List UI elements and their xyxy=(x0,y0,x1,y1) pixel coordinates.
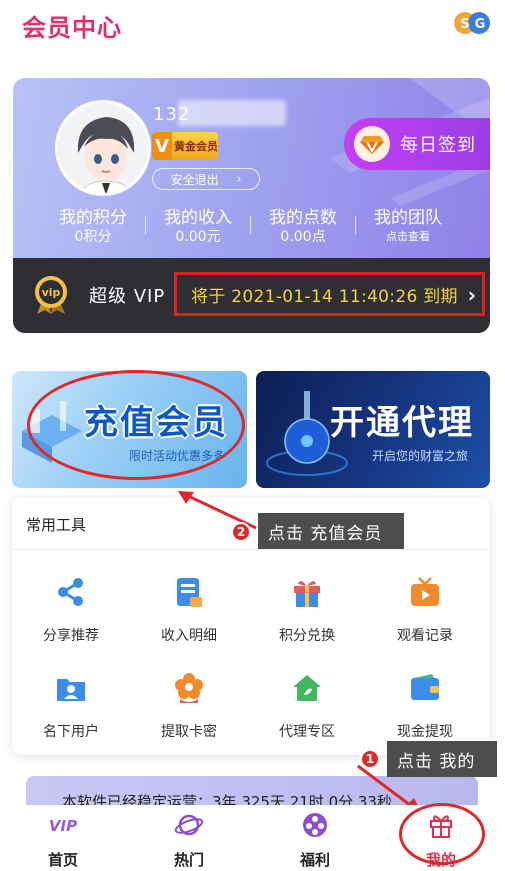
svg-text:G: G xyxy=(475,17,486,32)
tool-income[interactable]: 收入明细 xyxy=(134,575,244,645)
banner-subtitle: 开启您的财富之旅 xyxy=(372,449,469,463)
step-2-marker: 2 xyxy=(231,522,251,542)
avatar[interactable] xyxy=(55,100,151,196)
nav-welfare[interactable]: 福利 xyxy=(252,805,378,871)
stat-value: 0积分 xyxy=(74,229,112,245)
play-tv-icon xyxy=(411,577,439,606)
nav-label: 首页 xyxy=(47,851,78,869)
bill-icon xyxy=(177,578,202,607)
tool-cash-withdraw[interactable]: 现金提现 xyxy=(370,671,480,741)
svg-text:VIP: VIP xyxy=(49,817,77,835)
logout-button[interactable]: 安全退出 › xyxy=(152,168,260,190)
divider xyxy=(12,549,490,550)
highlight-ellipse xyxy=(27,370,245,480)
sg-logo-icon[interactable]: S G xyxy=(453,8,493,38)
home-icon xyxy=(293,675,321,701)
vip-level-text: 超级 VIP xyxy=(89,286,166,307)
nav-home[interactable]: VIP 首页 xyxy=(0,805,126,871)
diamond-icon xyxy=(354,126,390,162)
nav-label: 热门 xyxy=(173,851,204,869)
page-title: 会员中心 xyxy=(22,14,122,42)
stat-label: 我的收入 xyxy=(164,208,232,228)
tool-my-users[interactable]: 名下用户 xyxy=(16,671,126,741)
gold-member-badge: V 黄金会员 xyxy=(152,132,218,160)
tool-share[interactable]: 分享推荐 xyxy=(16,575,126,645)
svg-text:vip: vip xyxy=(42,286,61,299)
nav-hot[interactable]: 热门 xyxy=(126,805,252,871)
daily-checkin-button[interactable]: 每日签到 xyxy=(344,118,490,170)
flower-icon xyxy=(175,673,203,703)
vip-status-bar[interactable]: vip 超级 VIP 将于 2021-01-14 11:40:26 到期 › xyxy=(13,258,490,333)
gift-icon xyxy=(294,580,320,607)
tool-label: 代理专区 xyxy=(279,724,335,740)
expire-highlight-box: 将于 2021-01-14 11:40:26 到期 › xyxy=(174,272,485,316)
tool-label: 名下用户 xyxy=(43,724,99,740)
step-2-callout: 点击 充值会员 xyxy=(258,513,404,549)
stat-team[interactable]: 我的团队 点击查看 xyxy=(356,208,460,252)
tool-label: 现金提现 xyxy=(397,724,453,740)
user-folder-icon xyxy=(57,679,85,701)
badge-letter: V xyxy=(152,132,172,160)
chevron-right-icon: › xyxy=(467,283,476,307)
stat-income[interactable]: 我的收入 0.00元 xyxy=(146,208,250,252)
stat-value: 点击查看 xyxy=(386,230,430,243)
tool-watch-history[interactable]: 观看记录 xyxy=(370,575,480,645)
planet-icon xyxy=(174,814,204,836)
checkin-label: 每日签到 xyxy=(400,135,476,156)
stat-value: 0.00元 xyxy=(175,229,221,245)
member-stats: 我的积分 0积分 我的收入 0.00元 我的点数 0.00点 我的团队 点击查看 xyxy=(13,208,490,252)
tool-label: 收入明细 xyxy=(161,628,217,644)
member-center-page: 会员中心 S G 132 V 黄金会员 安全退出 › 每日签到 我的积分 0积分… xyxy=(0,0,505,871)
tool-label: 提取卡密 xyxy=(161,724,217,740)
expire-text: 将于 2021-01-14 11:40:26 到期 xyxy=(191,286,458,307)
nav-label: 福利 xyxy=(299,851,330,869)
avatar-illustration-icon xyxy=(58,103,148,193)
wallet-icon xyxy=(411,674,439,700)
svg-text:S: S xyxy=(460,17,469,32)
stat-label: 我的积分 xyxy=(59,208,127,228)
masked-phone-blur xyxy=(178,100,286,126)
tool-points-exchange[interactable]: 积分兑换 xyxy=(252,575,362,645)
stat-label: 我的点数 xyxy=(269,208,337,228)
tool-extract-card[interactable]: 提取卡密 xyxy=(134,671,244,741)
tool-label: 分享推荐 xyxy=(43,628,99,644)
logout-label: 安全退出 xyxy=(170,172,219,187)
tool-agent-zone[interactable]: 代理专区 xyxy=(252,671,362,741)
vip-coin-icon: vip xyxy=(35,276,67,314)
header: 会员中心 S G xyxy=(0,0,505,48)
film-reel-icon xyxy=(303,813,327,837)
tools-title: 常用工具 xyxy=(26,516,87,534)
stat-points[interactable]: 我的积分 0积分 xyxy=(41,208,145,252)
banner-title: 开通代理 xyxy=(330,403,474,443)
stat-label: 我的团队 xyxy=(374,208,442,228)
chevron-right-icon: › xyxy=(236,172,242,186)
member-card: 132 V 黄金会员 安全退出 › 每日签到 我的积分 0积分 我的收入 0.0… xyxy=(13,78,490,333)
highlight-circle xyxy=(399,803,485,865)
stat-value: 0.00点 xyxy=(280,229,326,245)
vip-icon: VIP xyxy=(49,817,77,835)
share-icon xyxy=(58,578,83,606)
badge-text: 黄金会员 xyxy=(174,140,218,153)
stat-credits[interactable]: 我的点数 0.00点 xyxy=(251,208,355,252)
tool-label: 积分兑换 xyxy=(279,628,335,644)
tool-label: 观看记录 xyxy=(397,628,453,644)
open-agent-banner[interactable]: 开通代理 开启您的财富之旅 xyxy=(256,371,490,488)
